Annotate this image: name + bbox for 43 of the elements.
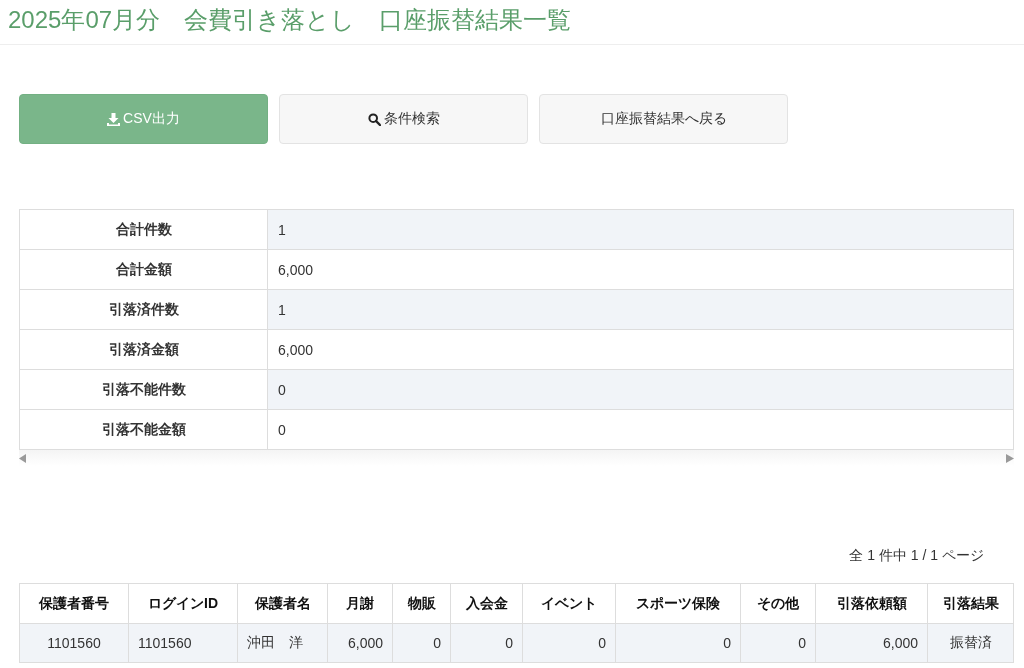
horizontal-scrollbar[interactable] — [19, 450, 1014, 466]
search-icon — [367, 112, 381, 126]
column-header: 保護者番号 — [19, 583, 129, 624]
column-header: 保護者名 — [237, 583, 328, 624]
summary-value: 1 — [267, 289, 1014, 330]
table-cell: 1101560 — [19, 623, 129, 663]
table-cell: 0 — [450, 623, 523, 663]
table-cell: 振替済 — [927, 623, 1014, 663]
summary-label: 引落済金額 — [19, 329, 268, 370]
table-cell: 6,000 — [815, 623, 928, 663]
table-cell: 1101560 — [128, 623, 238, 663]
pagination-info: 全 1 件中 1 / 1 ページ — [849, 547, 984, 563]
summary-label: 引落不能件数 — [19, 369, 268, 410]
table-cell: 沖田 洋 — [237, 623, 328, 663]
download-icon — [107, 112, 121, 126]
summary-value: 0 — [267, 409, 1014, 450]
summary-value: 6,000 — [267, 329, 1014, 370]
column-header: 引落依頼額 — [815, 583, 928, 624]
column-header: 引落結果 — [927, 583, 1014, 624]
table-cell: 0 — [522, 623, 616, 663]
column-header: イベント — [522, 583, 616, 624]
summary-label: 引落不能金額 — [19, 409, 268, 450]
table-cell: 0 — [392, 623, 451, 663]
column-header: ログインID — [128, 583, 238, 624]
column-header: 物販 — [392, 583, 451, 624]
table-cell: 0 — [740, 623, 816, 663]
scroll-left-icon[interactable] — [19, 453, 27, 463]
summary-value: 6,000 — [267, 249, 1014, 290]
summary-value: 1 — [267, 209, 1014, 250]
summary-label: 引落済件数 — [19, 289, 268, 330]
column-header: スポーツ保険 — [615, 583, 741, 624]
column-header: 月謝 — [327, 583, 393, 624]
page-title: 2025年07月分 会費引き落とし 口座振替結果一覧 — [8, 5, 573, 35]
summary-label: 合計金額 — [19, 249, 268, 290]
table-cell: 6,000 — [327, 623, 393, 663]
summary-label: 合計件数 — [19, 209, 268, 250]
summary-value: 0 — [267, 369, 1014, 410]
action-button[interactable]: 条件検索 — [279, 94, 528, 144]
column-header: その他 — [740, 583, 816, 624]
table-cell: 0 — [615, 623, 741, 663]
action-button[interactable]: 口座振替結果へ戻る — [539, 94, 788, 144]
column-header: 入会金 — [450, 583, 523, 624]
scroll-right-icon[interactable] — [1006, 453, 1014, 463]
